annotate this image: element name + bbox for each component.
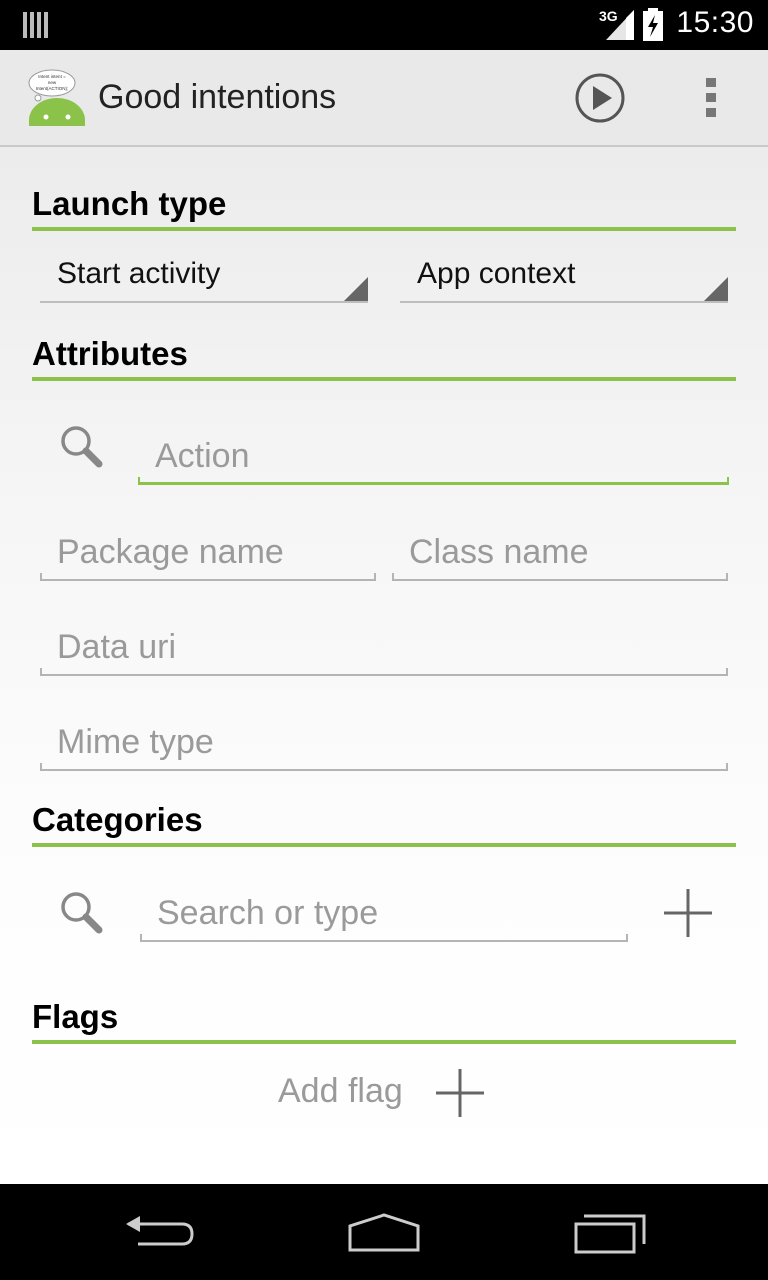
- action-bar: Intent intent = new Intent(ACTION); Good…: [0, 50, 768, 147]
- mime-type-input[interactable]: [40, 713, 728, 771]
- launch-type-divider: [32, 227, 736, 231]
- app-logo-icon: Intent intent = new Intent(ACTION);: [28, 69, 85, 126]
- data-uri-field[interactable]: [40, 618, 728, 676]
- overflow-menu-icon[interactable]: [698, 76, 726, 120]
- flags-title: Flags: [32, 998, 119, 1035]
- class-name-input[interactable]: [392, 523, 728, 581]
- class-name-field[interactable]: [392, 523, 728, 581]
- battery-charging-icon: [643, 8, 663, 41]
- context-spinner[interactable]: App context: [400, 257, 728, 303]
- add-flag-label: Add flag: [278, 1072, 403, 1110]
- category-search-input[interactable]: [140, 884, 628, 942]
- signal-icon: [606, 10, 634, 40]
- svg-text:Intent(ACTION);: Intent(ACTION);: [36, 86, 69, 91]
- data-uri-input[interactable]: [40, 618, 728, 676]
- recent-apps-icon[interactable]: [574, 1214, 646, 1254]
- intent-form: Launch type Start activity App context A…: [0, 147, 768, 1184]
- notification-icon: [23, 12, 48, 38]
- dropdown-arrow-icon: [344, 277, 368, 301]
- add-flag-button[interactable]: Add flag: [270, 1060, 500, 1130]
- home-icon[interactable]: [346, 1212, 422, 1254]
- svg-text:Intent intent =: Intent intent =: [38, 74, 66, 79]
- search-icon: [61, 892, 103, 934]
- dropdown-arrow-icon: [704, 277, 728, 301]
- launch-type-title: Launch type: [32, 185, 227, 222]
- app-title: Good intentions: [98, 78, 337, 116]
- action-input[interactable]: [138, 427, 729, 485]
- back-icon[interactable]: [124, 1214, 196, 1254]
- play-circle-icon[interactable]: [574, 72, 626, 124]
- package-name-input[interactable]: [40, 523, 376, 581]
- clock: 15:30: [676, 6, 754, 39]
- package-name-field[interactable]: [40, 523, 376, 581]
- categories-divider: [32, 843, 736, 847]
- status-bar: 3G 15:30: [0, 0, 768, 50]
- launch-method-value: Start activity: [57, 257, 221, 290]
- add-category-icon[interactable]: [664, 889, 712, 937]
- categories-title: Categories: [32, 801, 203, 838]
- context-value: App context: [417, 257, 576, 290]
- navigation-bar: [0, 1184, 768, 1280]
- attributes-title: Attributes: [32, 335, 188, 372]
- action-field[interactable]: [138, 427, 729, 485]
- search-icon: [61, 426, 103, 468]
- attributes-divider: [32, 377, 736, 381]
- category-search-field[interactable]: [140, 884, 628, 942]
- mime-type-field[interactable]: [40, 713, 728, 771]
- launch-method-spinner[interactable]: Start activity: [40, 257, 368, 303]
- plus-icon: [436, 1069, 484, 1117]
- flags-divider: [32, 1040, 736, 1044]
- svg-text:new: new: [48, 80, 57, 85]
